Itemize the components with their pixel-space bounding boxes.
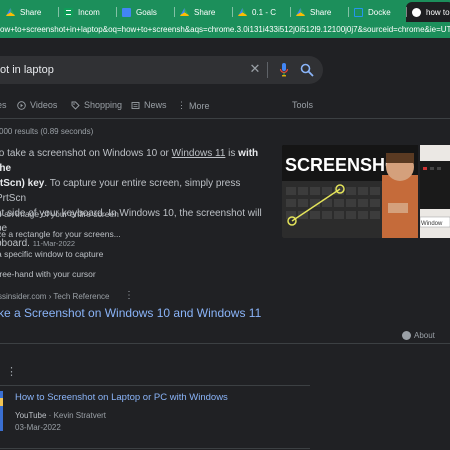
tab-videos[interactable]: Videos	[17, 100, 57, 110]
tab-shopping[interactable]: Shopping	[71, 100, 122, 110]
browser-tab-label: Share	[310, 7, 332, 17]
browser-tab[interactable]: 0.1 - C	[232, 2, 290, 22]
browser-tab-label: Docke	[368, 7, 391, 17]
docs-icon	[122, 7, 131, 17]
browser-tab[interactable]: Goals	[116, 2, 174, 22]
source-path: › Tech Reference	[46, 292, 110, 301]
search-icon[interactable]	[300, 63, 314, 77]
search-box[interactable]: ot in laptop	[0, 56, 323, 84]
divider	[0, 343, 450, 344]
tab-label: Videos	[30, 100, 58, 110]
about-featured-snippets-link[interactable]: About	[414, 331, 435, 340]
tab-label: Shopping	[84, 100, 123, 110]
address-bar-url[interactable]: ow+to+screenshot+in+laptop&oq=how+to+scr…	[0, 25, 450, 36]
laptop-thumbnail: Window	[420, 145, 450, 238]
snippet-line: to take a screenshot on Windows 10 or Wi…	[0, 146, 272, 176]
snippet-text: to take a screenshot on Windows 10 or	[0, 148, 172, 159]
tab-images[interactable]: es	[0, 100, 7, 110]
divider	[0, 385, 310, 386]
drive-icon	[180, 7, 189, 17]
browser-tab-label: Goals	[136, 7, 157, 17]
more-options-icon[interactable]: ⋮	[124, 290, 134, 301]
snippet-link[interactable]: Windows 11	[172, 148, 226, 159]
tools-button[interactable]: Tools	[292, 100, 313, 110]
browser-tab[interactable]: Incom	[58, 2, 116, 22]
snippet-bold: rtScn) key	[0, 178, 45, 189]
browser-tab-strip: Share Incom Goals Share 0.1 - C Share Do…	[0, 0, 450, 22]
results-stats: 000 results (0.89 seconds)	[0, 127, 94, 136]
video-channel: Kevin Stratvert	[53, 411, 107, 420]
tag-icon	[71, 101, 80, 110]
more-dots-icon: ⋮	[177, 100, 186, 110]
play-icon	[17, 100, 26, 110]
video-title-link[interactable]: How to Screenshot on Laptop or PC with W…	[15, 392, 228, 403]
video-date: 03-Mar-2022	[15, 423, 61, 432]
browser-tab[interactable]: Share	[0, 2, 58, 22]
video-thumbnail[interactable]	[0, 391, 3, 431]
list-item: ze a rectangle for your screens...	[0, 229, 121, 239]
browser-tab-label: Incom	[78, 7, 100, 17]
docker-icon	[354, 7, 363, 17]
tab-label: News	[144, 100, 167, 110]
browser-tab[interactable]: Share	[290, 2, 348, 22]
divider	[0, 448, 310, 449]
video-meta: YouTube · Kevin Stratvert	[15, 411, 106, 420]
featured-image-secondary[interactable]: Window	[420, 145, 450, 238]
result-title-link[interactable]: ke a Screenshot on Windows 10 and Window…	[0, 306, 261, 320]
tab-label: More	[189, 100, 210, 111]
browser-tab[interactable]: Docke	[348, 2, 406, 22]
screenshot-thumbnail: SCREENSHOT	[282, 145, 418, 238]
browser-tab-label: how to	[426, 7, 450, 17]
drive-icon	[6, 7, 15, 17]
thumbnail-side-label: Window	[421, 221, 443, 227]
microphone-icon[interactable]	[279, 62, 289, 78]
feedback-icon[interactable]	[402, 331, 411, 340]
more-options-icon[interactable]: ⋮	[6, 365, 17, 378]
google-icon	[412, 7, 421, 17]
result-source[interactable]: ssinsider.com › Tech Reference	[0, 292, 109, 301]
clear-icon[interactable]: ✕	[249, 62, 261, 75]
browser-tab-active[interactable]: how to	[406, 2, 450, 22]
drive-icon	[238, 7, 247, 17]
snippet-line: rtScn) key. To capture your entire scree…	[0, 176, 272, 206]
drive-icon	[296, 7, 305, 17]
browser-tab[interactable]: Share	[174, 2, 232, 22]
tab-news[interactable]: News	[131, 100, 167, 110]
browser-tab-label: Share	[194, 7, 216, 17]
list-item: a specific window to capture	[0, 249, 104, 259]
snippet-text: is	[225, 148, 239, 159]
search-input[interactable]: ot in laptop	[0, 64, 54, 76]
featured-image[interactable]: SCREENSHOT	[282, 145, 418, 238]
divider	[0, 118, 450, 119]
tab-label: es	[0, 100, 7, 110]
news-icon	[131, 101, 140, 109]
list-item: b an image of your entire screen	[0, 209, 119, 219]
sheets-icon	[64, 7, 73, 17]
list-item: free-hand with your cursor	[0, 269, 96, 279]
browser-tab-label: Share	[20, 7, 42, 17]
tab-more[interactable]: ⋮ More	[177, 100, 210, 111]
address-bar[interactable]: ow+to+screenshot+in+laptop&oq=how+to+scr…	[0, 22, 450, 38]
search-divider	[267, 62, 268, 78]
snippet-text: pboard.	[0, 238, 30, 249]
video-platform: YouTube	[15, 411, 47, 420]
source-site: ssinsider.com	[0, 292, 47, 301]
snippet-date: 11-Mar-2022	[32, 239, 76, 248]
video-thumbnail-accent	[0, 398, 3, 406]
browser-tab-label: 0.1 - C	[252, 7, 277, 17]
